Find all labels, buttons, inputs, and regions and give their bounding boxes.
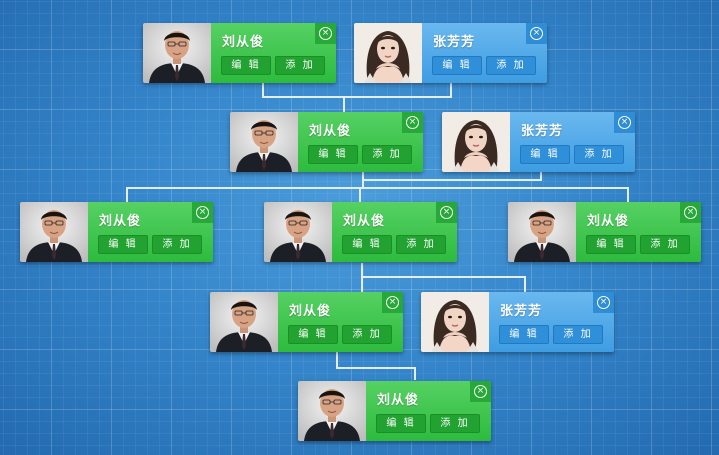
card-body: 刘从俊 × 编 辑添 加 (88, 202, 213, 262)
edit-button[interactable]: 编 辑 (376, 414, 426, 433)
close-icon: × (597, 296, 610, 309)
connector-line (126, 187, 629, 202)
close-icon: × (618, 116, 631, 129)
person-card-n6[interactable]: 刘从俊 × 编 辑添 加 (264, 202, 457, 262)
card-body: 刘从俊 × 编 辑添 加 (332, 202, 457, 262)
add-button[interactable]: 添 加 (275, 56, 325, 75)
add-button[interactable]: 添 加 (553, 325, 603, 344)
person-name: 刘从俊 (343, 214, 386, 229)
connector-line (362, 172, 542, 181)
person-name: 刘从俊 (587, 214, 630, 229)
avatar-photo-male (264, 202, 332, 262)
person-card-n9[interactable]: 张芳芳 × 编 辑添 加 (421, 292, 614, 352)
person-name: 刘从俊 (289, 304, 332, 319)
add-button[interactable]: 添 加 (486, 56, 536, 75)
person-name: 张芳芳 (521, 124, 564, 139)
close-button[interactable]: × (614, 112, 635, 133)
person-card-n3[interactable]: 刘从俊 × 编 辑添 加 (230, 112, 423, 172)
add-button[interactable]: 添 加 (574, 145, 624, 164)
add-button[interactable]: 添 加 (396, 235, 446, 254)
add-button[interactable]: 添 加 (152, 235, 202, 254)
avatar-photo-male (298, 381, 366, 441)
close-button[interactable]: × (680, 202, 701, 223)
card-body: 刘从俊 × 编 辑添 加 (211, 23, 336, 83)
close-icon: × (319, 27, 332, 40)
edit-button[interactable]: 编 辑 (221, 56, 271, 75)
close-button[interactable]: × (593, 292, 614, 313)
avatar-photo-male (210, 292, 278, 352)
avatar-photo-female (442, 112, 510, 172)
close-button[interactable]: × (382, 292, 403, 313)
close-button[interactable]: × (470, 381, 491, 402)
close-button[interactable]: × (526, 23, 547, 44)
edit-button[interactable]: 编 辑 (520, 145, 570, 164)
close-button[interactable]: × (315, 23, 336, 44)
close-icon: × (196, 206, 209, 219)
person-card-n7[interactable]: 刘从俊 × 编 辑添 加 (508, 202, 701, 262)
add-button[interactable]: 添 加 (362, 145, 412, 164)
close-button[interactable]: × (402, 112, 423, 133)
close-icon: × (684, 206, 697, 219)
avatar-photo-male (143, 23, 211, 83)
avatar-photo-male (20, 202, 88, 262)
avatar-photo-male (230, 112, 298, 172)
card-body: 刘从俊 × 编 辑添 加 (298, 112, 423, 172)
close-icon: × (440, 206, 453, 219)
edit-button[interactable]: 编 辑 (342, 235, 392, 254)
close-icon: × (530, 27, 543, 40)
person-card-n8[interactable]: 刘从俊 × 编 辑添 加 (210, 292, 403, 352)
add-button[interactable]: 添 加 (430, 414, 480, 433)
person-name: 刘从俊 (309, 124, 352, 139)
close-icon: × (474, 385, 487, 398)
close-icon: × (406, 116, 419, 129)
card-body: 刘从俊 × 编 辑添 加 (576, 202, 701, 262)
edit-button[interactable]: 编 辑 (98, 235, 148, 254)
person-name: 刘从俊 (222, 35, 265, 50)
edit-button[interactable]: 编 辑 (499, 325, 549, 344)
person-card-n5[interactable]: 刘从俊 × 编 辑添 加 (20, 202, 213, 262)
person-card-n1[interactable]: 刘从俊 × 编 辑添 加 (143, 23, 336, 83)
avatar-photo-female (354, 23, 422, 83)
person-card-n10[interactable]: 刘从俊 × 编 辑添 加 (298, 381, 491, 441)
person-name: 张芳芳 (433, 35, 476, 50)
edit-button[interactable]: 编 辑 (432, 56, 482, 75)
connector-line (336, 352, 416, 380)
avatar-photo-male (508, 202, 576, 262)
person-name: 刘从俊 (99, 214, 142, 229)
connector-line (361, 263, 526, 292)
edit-button[interactable]: 编 辑 (308, 145, 358, 164)
person-name: 刘从俊 (377, 393, 420, 408)
close-icon: × (386, 296, 399, 309)
close-button[interactable]: × (192, 202, 213, 223)
add-button[interactable]: 添 加 (640, 235, 690, 254)
card-body: 刘从俊 × 编 辑添 加 (366, 381, 491, 441)
card-body: 刘从俊 × 编 辑添 加 (278, 292, 403, 352)
connector-line (262, 83, 452, 98)
person-card-n4[interactable]: 张芳芳 × 编 辑添 加 (442, 112, 635, 172)
person-card-n2[interactable]: 张芳芳 × 编 辑添 加 (354, 23, 547, 83)
add-button[interactable]: 添 加 (342, 325, 392, 344)
card-body: 张芳芳 × 编 辑添 加 (422, 23, 547, 83)
person-name: 张芳芳 (500, 304, 543, 319)
card-body: 张芳芳 × 编 辑添 加 (489, 292, 614, 352)
edit-button[interactable]: 编 辑 (586, 235, 636, 254)
close-button[interactable]: × (436, 202, 457, 223)
edit-button[interactable]: 编 辑 (288, 325, 338, 344)
avatar-photo-female (421, 292, 489, 352)
card-body: 张芳芳 × 编 辑添 加 (510, 112, 635, 172)
